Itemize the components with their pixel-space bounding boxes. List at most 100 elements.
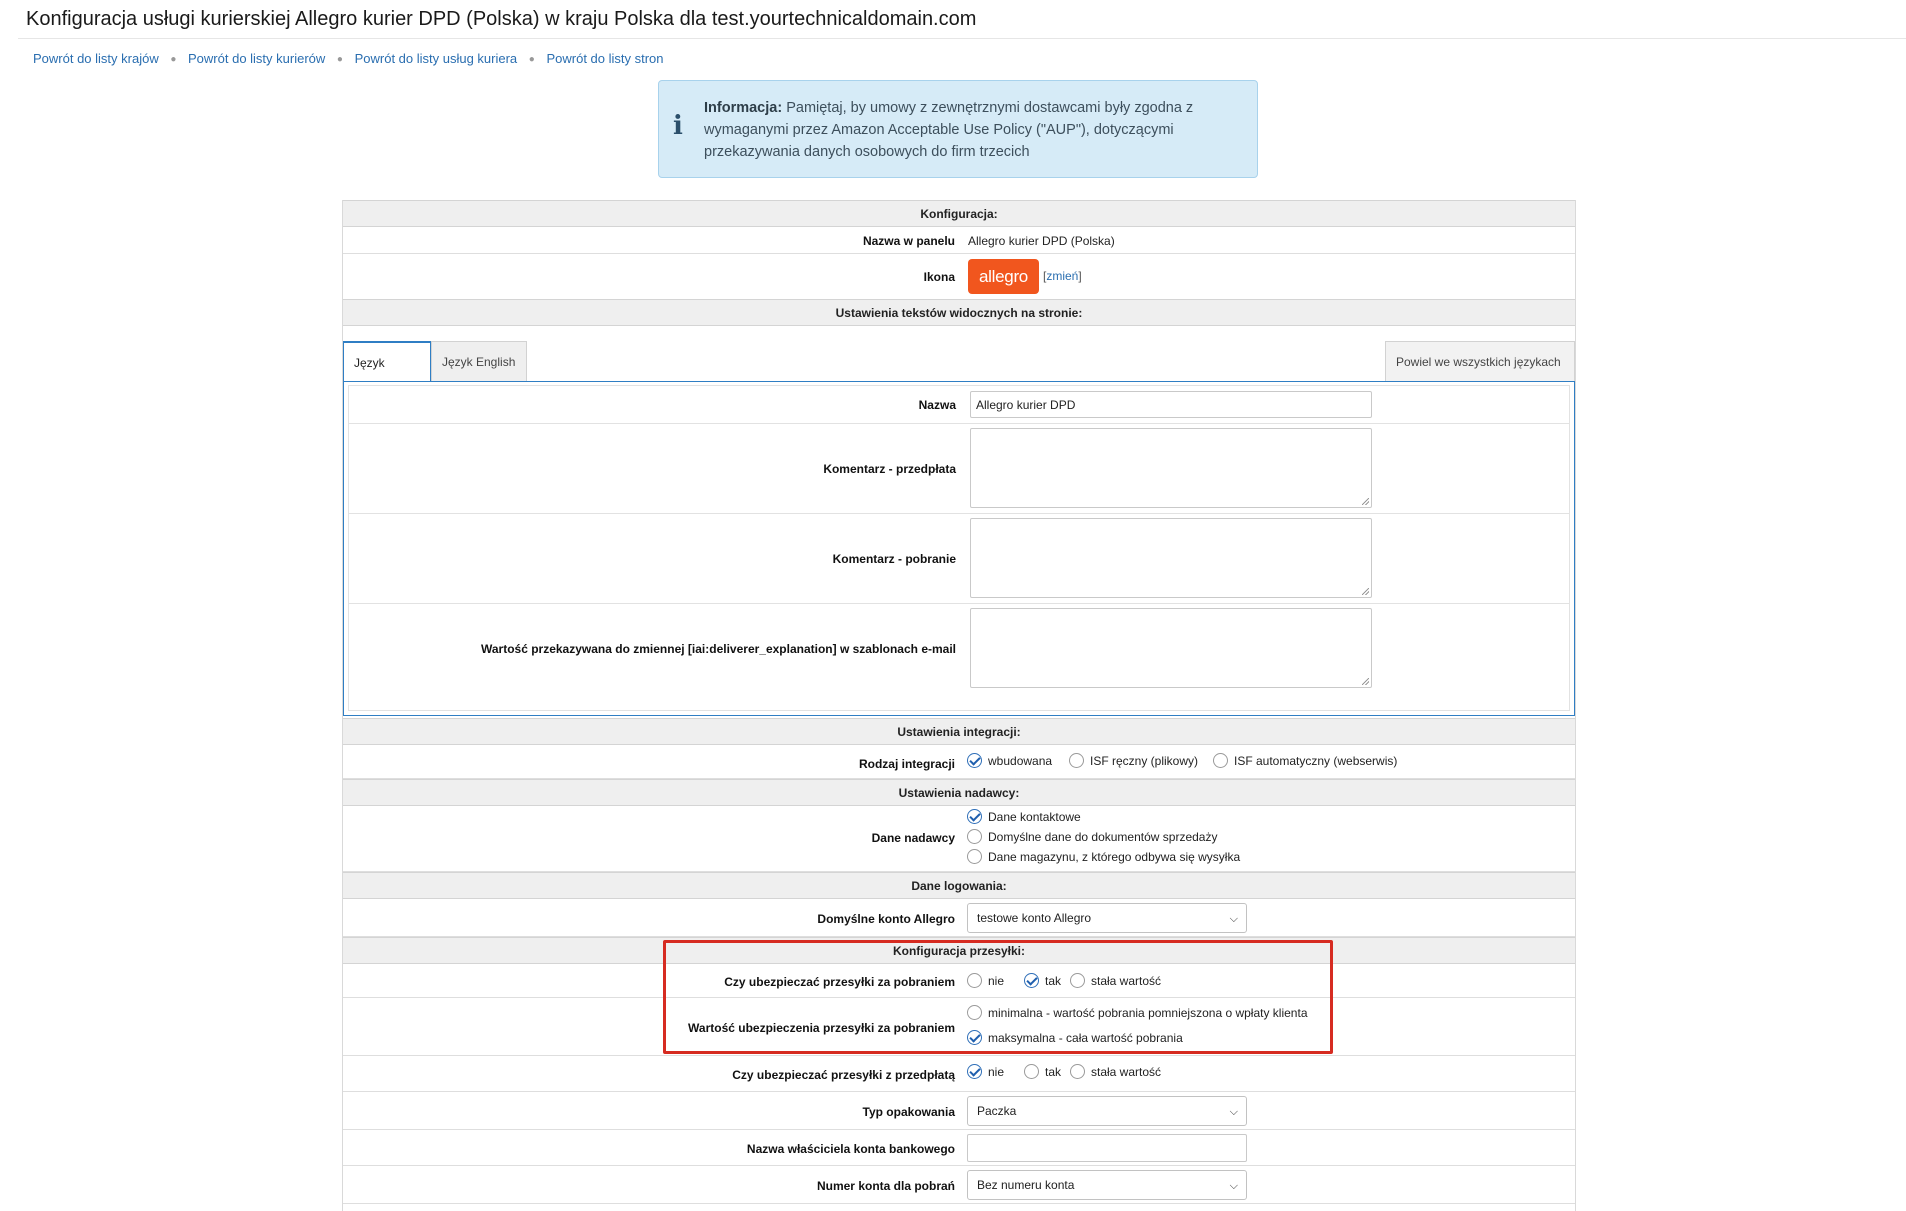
radio-integration-isf-manual[interactable] — [1069, 753, 1084, 768]
row-icon: Ikona allegro [zmień] — [343, 254, 1575, 300]
section-config-header: Konfiguracja: — [343, 200, 1575, 227]
default-account-select[interactable]: testowe konto Allegro ⌵ — [967, 903, 1247, 933]
breadcrumb-separator: ● — [528, 54, 535, 65]
breadcrumb-link-courier-services[interactable]: Powrót do listy usług kuriera — [355, 51, 518, 66]
insure-cod-fixed-label: stała wartość — [1091, 974, 1162, 988]
insure-prepaid-no-label: nie — [988, 1065, 1005, 1079]
insure-cod-max-label: maksymalna - cała wartość pobrania — [988, 1031, 1183, 1045]
breadcrumb-link-countries[interactable]: Powrót do listy krajów — [33, 51, 159, 66]
row-name: Nazwa — [349, 386, 1569, 424]
radio-sender-warehouse[interactable] — [967, 849, 982, 864]
info-icon: i — [673, 111, 683, 141]
section-shipment-header: Konfiguracja przesyłki: — [343, 937, 1575, 964]
radio-integration-builtin[interactable] — [967, 753, 982, 768]
row-email-variable: Wartość przekazywana do zmiennej [iai:de… — [349, 604, 1569, 694]
tab-polish[interactable]: Język Polski — [343, 341, 431, 410]
radio-sender-sales-docs[interactable] — [967, 829, 982, 844]
row-default-account: Domyślne konto Allegro testowe konto All… — [343, 899, 1575, 937]
row-next-partial — [343, 1204, 1575, 1211]
section-login-header: Dane logowania: — [343, 872, 1575, 899]
resize-grip-icon[interactable] — [1362, 498, 1369, 505]
integration-isf-auto-label: ISF automatyczny (webserwis) — [1234, 754, 1398, 768]
chevron-down-icon: ⌵ — [1229, 1106, 1238, 1118]
info-prefix: Informacja: — [704, 100, 783, 116]
row-packaging: Typ opakowania Paczka ⌵ — [343, 1092, 1575, 1130]
row-bank-owner: Nazwa właściciela konta bankowego — [343, 1130, 1575, 1166]
breadcrumb-separator: ● — [170, 54, 177, 65]
breadcrumb: Powrót do listy krajów ● Powrót do listy… — [33, 51, 664, 66]
radio-insure-cod-no[interactable] — [967, 973, 982, 988]
panel-name-value: Allegro kurier DPD (Polska) — [968, 234, 1115, 248]
resize-grip-icon[interactable] — [1362, 678, 1369, 685]
chevron-down-icon: ⌵ — [1229, 913, 1238, 925]
icon-label: Ikona — [923, 270, 955, 284]
insure-prepaid-fixed-label: stała wartość — [1091, 1065, 1162, 1079]
row-insure-prepaid: Czy ubezpieczać przesyłki z przedpłatą n… — [343, 1056, 1575, 1092]
name-label: Nazwa — [918, 398, 956, 412]
page-title: Konfiguracja usługi kurierskiej Allegro … — [26, 8, 977, 30]
bank-owner-label: Nazwa właściciela konta bankowego — [746, 1142, 955, 1156]
radio-insure-prepaid-fixed[interactable] — [1070, 1064, 1085, 1079]
section-texts-header: Ustawienia tekstów widocznych na stronie… — [343, 299, 1575, 326]
default-account-label: Domyślne konto Allegro — [817, 912, 955, 926]
packaging-label: Typ opakowania — [862, 1105, 955, 1119]
radio-sender-contact[interactable] — [967, 809, 982, 824]
insure-prepaid-yes-label: tak — [1045, 1065, 1062, 1079]
change-icon-link[interactable]: zmień — [1046, 269, 1078, 283]
texts-table: Nazwa Komentarz - przedpłata Komentarz -… — [348, 385, 1570, 711]
sender-sales-docs-label: Domyślne dane do dokumentów sprzedaży — [988, 830, 1218, 844]
repeat-all-languages-button[interactable]: Powiel we wszystkich językach — [1385, 341, 1575, 381]
tab-panel-polish: Nazwa Komentarz - przedpłata Komentarz -… — [343, 381, 1575, 716]
radio-insure-prepaid-no[interactable] — [967, 1064, 982, 1079]
insure-cod-yes-label: tak — [1045, 974, 1062, 988]
radio-insure-cod-min[interactable] — [967, 1005, 982, 1020]
row-cod-account: Numer konta dla pobrań Bez numeru konta … — [343, 1166, 1575, 1204]
chevron-down-icon: ⌵ — [1229, 1180, 1238, 1192]
bracket-close: ] — [1078, 269, 1082, 283]
cod-comment-textarea[interactable] — [970, 518, 1372, 598]
resize-grip-icon[interactable] — [1362, 588, 1369, 595]
title-divider — [18, 38, 1906, 39]
insure-prepaid-label: Czy ubezpieczać przesyłki z przedpłatą — [732, 1068, 955, 1082]
integration-type-label: Rodzaj integracji — [858, 757, 955, 771]
name-input[interactable] — [970, 391, 1372, 418]
breadcrumb-link-pages[interactable]: Powrót do listy stron — [546, 51, 663, 66]
row-sender-data: Dane nadawcy Dane kontaktowe Domyślne da… — [343, 806, 1575, 872]
radio-insure-prepaid-yes[interactable] — [1024, 1064, 1039, 1079]
language-tabs: Język Polski Język English Powiel we wsz… — [343, 338, 1575, 410]
allegro-logo-icon: allegro — [968, 259, 1039, 294]
info-message: i Informacja: Pamiętaj, by umowy z zewnę… — [658, 80, 1258, 178]
email-variable-textarea[interactable] — [970, 608, 1372, 688]
radio-insure-cod-yes[interactable] — [1024, 973, 1039, 988]
icon-change: [zmień] — [1043, 269, 1082, 283]
integration-builtin-label: wbudowana — [988, 754, 1053, 768]
row-cod-comment: Komentarz - pobranie — [349, 514, 1569, 604]
cod-account-select[interactable]: Bez numeru konta ⌵ — [967, 1170, 1247, 1200]
info-message-text: Informacja: Pamiętaj, by umowy z zewnętr… — [704, 97, 1227, 163]
panel-name-label: Nazwa w panelu — [862, 234, 955, 248]
section-sender-header: Ustawienia nadawcy: — [343, 779, 1575, 806]
row-panel-name: Nazwa w panelu Allegro kurier DPD (Polsk… — [343, 227, 1575, 254]
radio-insure-cod-fixed[interactable] — [1070, 973, 1085, 988]
breadcrumb-separator: ● — [336, 54, 343, 65]
packaging-value: Paczka — [977, 1104, 1017, 1118]
prepaid-comment-textarea[interactable] — [970, 428, 1372, 508]
integration-isf-manual-label: ISF ręczny (plikowy) — [1090, 754, 1199, 768]
courier-config-form: Konfiguracja: Nazwa w panelu Allegro kur… — [342, 200, 1576, 1211]
row-insure-cod: Czy ubezpieczać przesyłki za pobraniem n… — [343, 964, 1575, 998]
packaging-select[interactable]: Paczka ⌵ — [967, 1096, 1247, 1126]
insure-cod-no-label: nie — [988, 974, 1005, 988]
email-variable-label: Wartość przekazywana do zmiennej [iai:de… — [480, 642, 956, 656]
default-account-value: testowe konto Allegro — [977, 911, 1092, 925]
prepaid-comment-label: Komentarz - przedpłata — [823, 462, 956, 476]
insure-cod-value-label: Wartość ubezpieczenia przesyłki za pobra… — [688, 1021, 955, 1035]
bank-owner-input[interactable] — [967, 1134, 1247, 1162]
radio-insure-cod-max[interactable] — [967, 1030, 982, 1045]
breadcrumb-link-couriers[interactable]: Powrót do listy kurierów — [188, 51, 325, 66]
cod-account-label: Numer konta dla pobrań — [816, 1179, 955, 1193]
sender-contact-label: Dane kontaktowe — [988, 810, 1081, 824]
tab-english[interactable]: Język English — [431, 341, 527, 381]
radio-integration-isf-auto[interactable] — [1213, 753, 1228, 768]
insure-cod-label: Czy ubezpieczać przesyłki za pobraniem — [724, 975, 955, 989]
cod-comment-label: Komentarz - pobranie — [832, 552, 956, 566]
